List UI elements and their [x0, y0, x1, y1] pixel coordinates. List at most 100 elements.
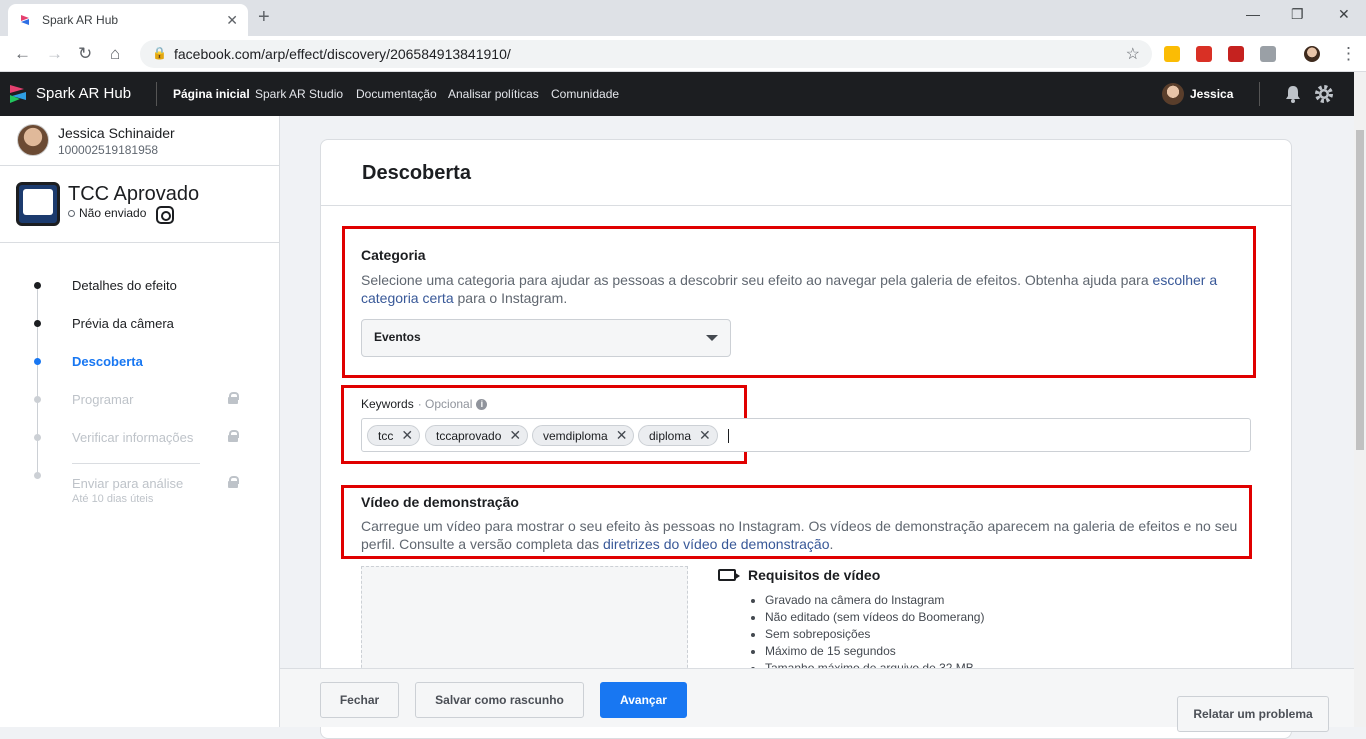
gear-icon[interactable]	[1314, 84, 1334, 104]
divider	[0, 165, 279, 166]
window-close-icon[interactable]: ✕	[1338, 6, 1350, 23]
footer-bar: Fechar Salvar como rascunho Avançar Rela…	[280, 668, 1354, 732]
keywords-label: Keywords · Opcional i	[361, 397, 488, 411]
step-discovery[interactable]: Descoberta	[72, 354, 143, 369]
close-button[interactable]: Fechar	[320, 682, 399, 718]
category-description: Selecione uma categoria para ajudar as p…	[361, 271, 1241, 307]
video-desc-text: .	[829, 536, 834, 552]
step-current-dot	[34, 358, 41, 365]
step-effect-details[interactable]: Detalhes do efeito	[72, 278, 177, 293]
profile-avatar-icon[interactable]	[1304, 46, 1320, 62]
page-scrollbar[interactable]	[1354, 72, 1366, 727]
list-item: Sem sobreposições	[765, 626, 984, 643]
app-header: Spark AR Hub Página inicial Spark AR Stu…	[0, 72, 1354, 116]
nav-documentation[interactable]: Documentação	[356, 87, 437, 101]
account-id: 100002519181958	[58, 143, 159, 157]
minimize-icon[interactable]: —	[1246, 6, 1260, 22]
keywords-optional: · Opcional	[417, 397, 473, 411]
nav-spark-ar-studio[interactable]: Spark AR Studio	[255, 87, 343, 101]
nav-community[interactable]: Comunidade	[551, 87, 619, 101]
divider	[0, 242, 279, 243]
effect-thumbnail	[16, 182, 60, 226]
status-dot-icon	[68, 209, 75, 217]
account-name[interactable]: Jessica Schinaider	[58, 125, 175, 141]
restore-icon[interactable]: ❐	[1291, 6, 1304, 23]
account-avatar	[17, 124, 49, 156]
spark-ar-favicon-icon	[21, 15, 29, 25]
list-item: Gravado na câmera do Instagram	[765, 592, 984, 609]
nav-home[interactable]: Página inicial	[173, 87, 250, 101]
steps-timeline	[37, 284, 38, 476]
keyword-chip-label: tccaprovado	[436, 428, 502, 443]
back-icon[interactable]: ←	[14, 44, 31, 64]
remove-chip-icon[interactable]: ✕	[401, 427, 413, 444]
video-desc-text: Carregue um vídeo para mostrar o seu efe…	[361, 518, 1238, 534]
step-schedule: Programar	[72, 392, 134, 407]
divider	[72, 463, 200, 464]
lock-icon	[228, 476, 239, 488]
nav-policies[interactable]: Analisar políticas	[448, 87, 539, 101]
save-draft-button[interactable]: Salvar como rascunho	[415, 682, 584, 718]
caret-down-icon	[706, 335, 718, 341]
video-title: Vídeo de demonstração	[361, 494, 519, 510]
keyword-chip-label: tcc	[378, 428, 394, 443]
bookmark-star-icon[interactable]: ☆	[1126, 44, 1140, 64]
browser-tab[interactable]: Spark AR Hub ✕	[8, 4, 248, 36]
bell-icon[interactable]	[1283, 84, 1303, 104]
extension-icon[interactable]	[1228, 46, 1244, 62]
choose-category-link[interactable]: escolher a	[1153, 272, 1218, 288]
close-tab-icon[interactable]: ✕	[226, 12, 238, 29]
video-requirements-title: Requisitos de vídeo	[748, 567, 881, 583]
choose-category-link[interactable]: categoria certa	[361, 290, 454, 306]
divider	[321, 205, 1291, 206]
step-verify-info: Verificar informações	[72, 430, 194, 445]
keyword-chip-label: diploma	[649, 428, 692, 443]
video-desc-text: perfil. Consulte a versão completa das	[361, 536, 604, 552]
brand-title[interactable]: Spark AR Hub	[36, 85, 131, 102]
step-camera-preview[interactable]: Prévia da câmera	[72, 316, 174, 331]
text-cursor	[728, 429, 729, 443]
step-submit-review: Enviar para análise	[72, 476, 184, 491]
forward-icon[interactable]: →	[46, 44, 63, 64]
category-select[interactable]: Eventos	[361, 319, 731, 357]
new-tab-icon[interactable]: +	[258, 6, 270, 29]
sidebar: Jessica Schinaider 100002519181958 TCC A…	[0, 116, 280, 727]
keyword-chip: tccaprovado ✕	[425, 425, 529, 446]
list-item: Não editado (sem vídeos do Boomerang)	[765, 609, 984, 626]
divider	[156, 82, 157, 106]
home-icon[interactable]: ⌂	[110, 44, 120, 64]
next-button[interactable]: Avançar	[600, 682, 687, 718]
page-title: Descoberta	[362, 162, 471, 184]
tab-title: Spark AR Hub	[42, 13, 119, 27]
effect-status: Não enviado	[68, 206, 146, 220]
video-camera-icon	[718, 569, 736, 581]
video-guidelines-link[interactable]: diretrizes do vídeo de demonstração	[603, 536, 829, 552]
menu-kebab-icon[interactable]: ⋮	[1340, 44, 1357, 64]
user-avatar[interactable]	[1162, 83, 1184, 105]
extension-icon[interactable]	[1164, 46, 1180, 62]
info-icon[interactable]: i	[476, 398, 488, 410]
step-done-dot	[34, 320, 41, 327]
reload-icon[interactable]: ↻	[78, 44, 92, 64]
extension-icon[interactable]	[1260, 46, 1276, 62]
divider	[1259, 82, 1260, 106]
lock-icon	[228, 392, 239, 404]
browser-toolbar: ← → ↻ ⌂ 🔒 facebook.com/arp/effect/discov…	[0, 36, 1366, 72]
extension-icon[interactable]	[1196, 46, 1212, 62]
remove-chip-icon[interactable]: ✕	[616, 427, 628, 444]
step-done-dot	[34, 282, 41, 289]
effect-title: TCC Aprovado	[68, 183, 200, 205]
category-desc-text: Selecione uma categoria para ajudar as p…	[361, 272, 1153, 288]
instagram-icon	[156, 206, 174, 224]
scrollbar-thumb[interactable]	[1356, 130, 1364, 450]
address-bar[interactable]: 🔒 facebook.com/arp/effect/discovery/2065…	[140, 40, 1152, 68]
category-selected-value: Eventos	[374, 330, 421, 344]
remove-chip-icon[interactable]: ✕	[509, 427, 521, 444]
user-name[interactable]: Jessica	[1190, 87, 1233, 101]
list-item: Máximo de 15 segundos	[765, 643, 984, 660]
keywords-input[interactable]: tcc ✕ tccaprovado ✕ vemdiploma ✕ diploma…	[361, 418, 1251, 452]
category-title: Categoria	[361, 247, 426, 263]
keyword-chip: vemdiploma ✕	[532, 425, 635, 446]
browser-tabbar: Spark AR Hub ✕ + — ❐ ✕	[0, 0, 1366, 36]
remove-chip-icon[interactable]: ✕	[699, 427, 711, 444]
